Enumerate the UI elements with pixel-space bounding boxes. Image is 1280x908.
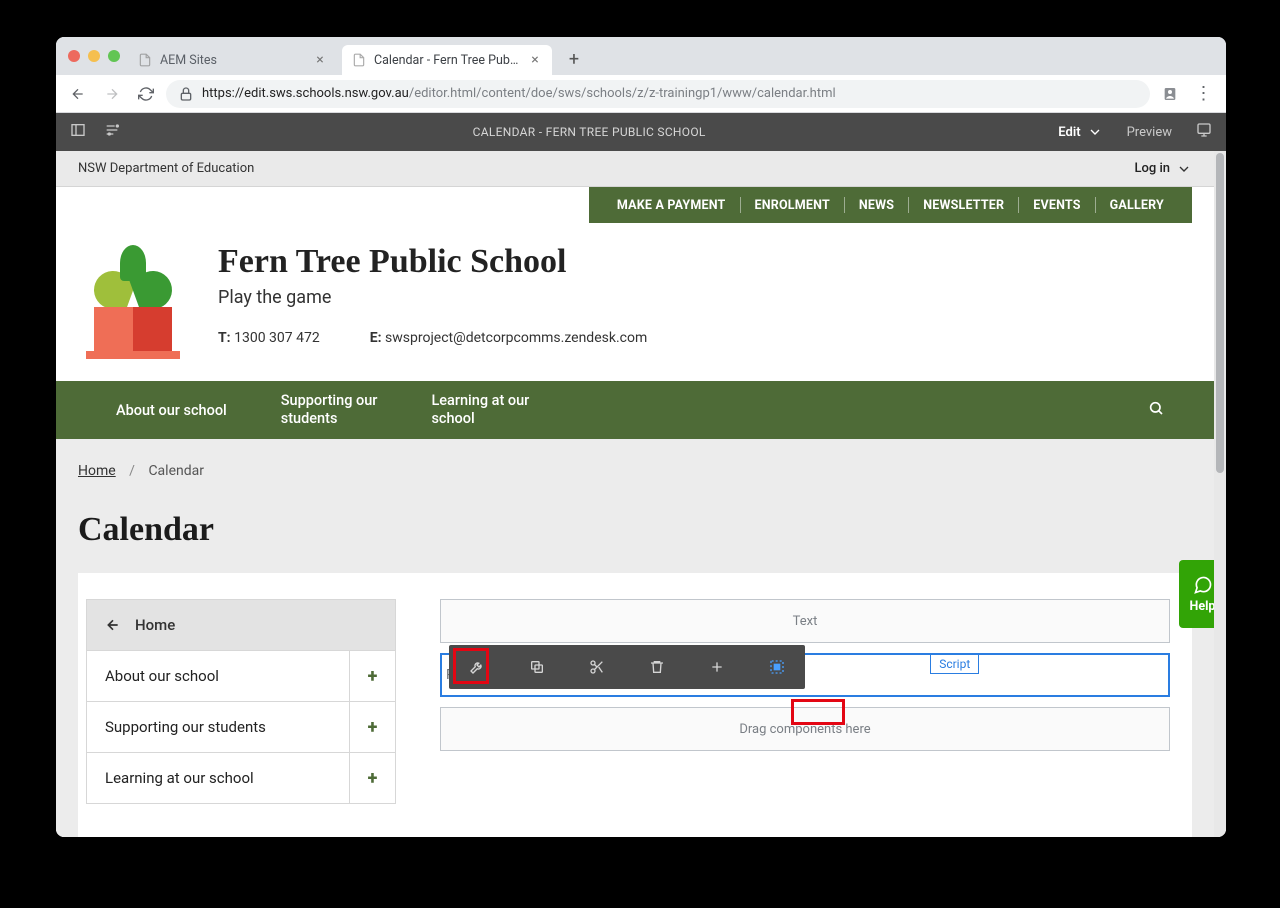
scroll-thumb[interactable] xyxy=(1216,153,1224,473)
forward-button[interactable] xyxy=(98,80,126,108)
component-toolbar xyxy=(449,645,805,689)
parent-button[interactable] xyxy=(755,649,799,685)
login-link[interactable]: Log in xyxy=(1134,161,1192,177)
trash-icon xyxy=(649,659,665,675)
utility-nav: MAKE A PAYMENT ENROLMENT NEWS NEWSLETTER… xyxy=(589,187,1192,223)
browser-window: AEM Sites × Calendar - Fern Tree Public … xyxy=(56,37,1226,837)
window-minimize-icon[interactable] xyxy=(88,50,100,62)
side-row-supporting[interactable]: Supporting our students + xyxy=(87,701,395,752)
window-close-icon[interactable] xyxy=(68,50,80,62)
new-tab-button[interactable]: + xyxy=(560,45,588,73)
arrow-left-icon xyxy=(105,617,121,633)
annotation-highlight-wrench xyxy=(453,648,489,684)
chevron-down-icon xyxy=(1176,161,1192,177)
tab-label: Calendar - Fern Tree Public Sc xyxy=(374,53,520,68)
aem-editor-bar: CALENDAR - FERN TREE PUBLIC SCHOOL Edit … xyxy=(56,113,1226,151)
side-nav: Home About our school + Supporting our s… xyxy=(86,599,396,804)
url-bar[interactable]: https://edit.sws.schools.nsw.gov.au/edit… xyxy=(166,80,1150,108)
tab-strip: AEM Sites × Calendar - Fern Tree Public … xyxy=(56,37,1226,75)
copy-button[interactable] xyxy=(515,649,559,685)
tab-aem-sites[interactable]: AEM Sites × xyxy=(128,45,338,75)
page-icon xyxy=(138,53,152,67)
annotation-highlight-script xyxy=(791,699,845,725)
util-newsletter[interactable]: NEWSLETTER xyxy=(909,198,1018,213)
school-name: Fern Tree Public School xyxy=(218,243,647,281)
edit-mode-button[interactable]: Edit xyxy=(1058,124,1102,140)
chevron-down-icon xyxy=(1087,124,1103,140)
nav-supporting[interactable]: Supporting our students xyxy=(281,392,378,428)
util-make-payment[interactable]: MAKE A PAYMENT xyxy=(603,198,740,213)
url-domain: https://edit.sws.schools.nsw.gov.au/edit… xyxy=(202,86,836,101)
side-row-about[interactable]: About our school + xyxy=(87,650,395,701)
component-tag: Script xyxy=(930,654,979,674)
scrollbar[interactable] xyxy=(1214,151,1226,837)
school-phone: T: 1300 307 472 xyxy=(218,330,320,346)
side-home[interactable]: Home xyxy=(87,600,395,650)
page-title: Calendar xyxy=(78,511,1192,549)
util-enrolment[interactable]: ENROLMENT xyxy=(741,198,844,213)
aem-page-title: CALENDAR - FERN TREE PUBLIC SCHOOL xyxy=(120,125,1058,139)
group-icon xyxy=(769,659,785,675)
preview-button[interactable]: Preview xyxy=(1127,125,1172,140)
scissors-icon xyxy=(589,659,605,675)
tab-calendar[interactable]: Calendar - Fern Tree Public Sc × xyxy=(342,45,552,75)
school-logo xyxy=(78,243,188,363)
text-component-placeholder[interactable]: Text xyxy=(440,599,1170,643)
util-news[interactable]: NEWS xyxy=(845,198,908,213)
content-pane: NSW Department of Education Log in MAKE … xyxy=(56,151,1226,837)
school-email: E: swsproject@detcorpcomms.zendesk.com xyxy=(370,330,648,346)
expand-icon[interactable]: + xyxy=(349,651,395,701)
kebab-menu-icon[interactable]: ⋮ xyxy=(1190,80,1218,108)
page-icon xyxy=(352,53,366,67)
expand-icon[interactable]: + xyxy=(349,753,395,803)
breadcrumb-current: Calendar xyxy=(148,463,204,479)
copy-icon xyxy=(529,659,545,675)
tab-label: AEM Sites xyxy=(160,53,304,68)
nav-about[interactable]: About our school xyxy=(116,402,227,419)
expand-icon[interactable]: + xyxy=(349,702,395,752)
nav-learning[interactable]: Learning at our school xyxy=(431,392,529,428)
page-info-icon[interactable] xyxy=(104,122,120,142)
back-button[interactable] xyxy=(64,80,92,108)
chat-icon xyxy=(1192,575,1214,595)
util-events[interactable]: EVENTS xyxy=(1019,198,1094,213)
delete-button[interactable] xyxy=(635,649,679,685)
primary-nav: About our school Supporting our students… xyxy=(56,381,1214,439)
dept-bar: NSW Department of Education Log in xyxy=(56,151,1214,187)
annotate-icon[interactable] xyxy=(1196,122,1212,142)
reload-button[interactable] xyxy=(132,80,160,108)
dept-label: NSW Department of Education xyxy=(78,161,254,176)
site-header: MAKE A PAYMENT ENROLMENT NEWS NEWSLETTER… xyxy=(56,187,1214,381)
lock-icon xyxy=(178,86,194,102)
close-icon[interactable]: × xyxy=(528,53,542,67)
toolbar-row: https://edit.sws.schools.nsw.gov.au/edit… xyxy=(56,75,1226,113)
insert-button[interactable] xyxy=(695,649,739,685)
util-gallery[interactable]: GALLERY xyxy=(1096,198,1178,213)
search-icon[interactable] xyxy=(1148,400,1164,420)
profile-button[interactable] xyxy=(1156,80,1184,108)
cut-button[interactable] xyxy=(575,649,619,685)
breadcrumb-home[interactable]: Home xyxy=(78,463,116,479)
plus-icon xyxy=(709,659,725,675)
side-row-learning[interactable]: Learning at our school + xyxy=(87,752,395,803)
school-tagline: Play the game xyxy=(218,287,647,308)
close-icon[interactable]: × xyxy=(312,53,328,67)
window-zoom-icon[interactable] xyxy=(108,50,120,62)
breadcrumb: Home / Calendar xyxy=(78,463,1192,479)
side-panel-icon[interactable] xyxy=(70,122,86,142)
